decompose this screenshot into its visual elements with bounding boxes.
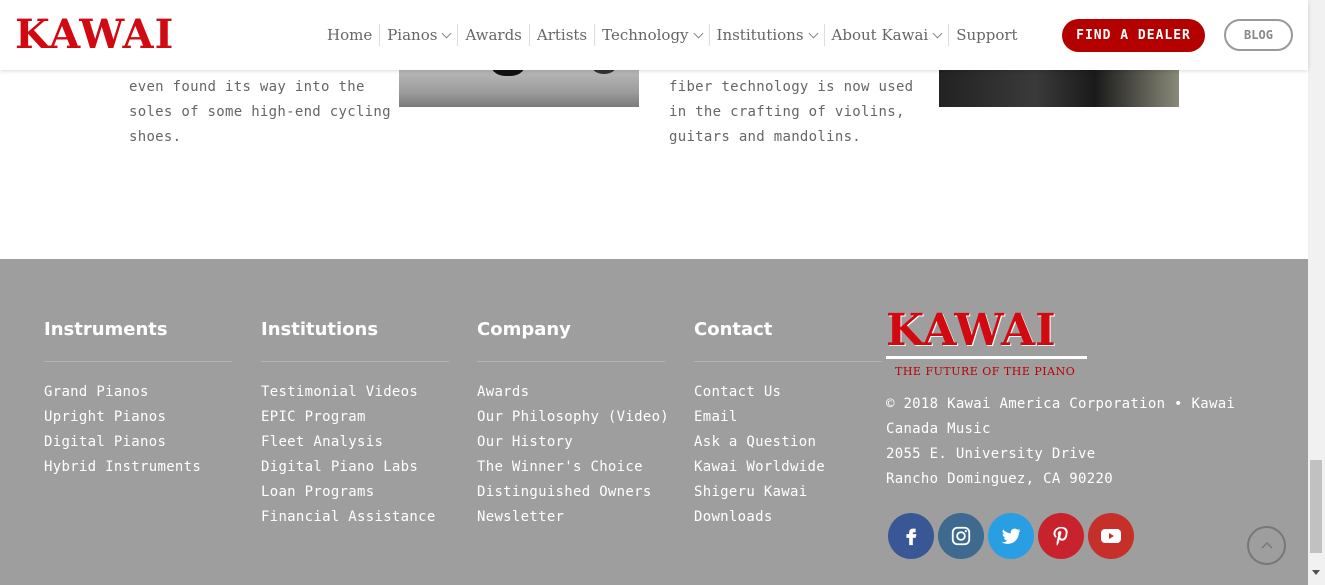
instagram-icon[interactable] <box>938 513 984 559</box>
footer-link[interactable]: Testimonial Videos <box>261 380 449 405</box>
footer-link[interactable]: Shigeru Kawai <box>694 480 882 505</box>
blog-button[interactable]: BLOG <box>1224 19 1293 51</box>
pinterest-icon[interactable] <box>1038 513 1084 559</box>
footer-col-title: Contact <box>694 319 773 340</box>
footer-link[interactable]: Distinguished Owners <box>477 480 665 505</box>
footer-link[interactable]: Fleet Analysis <box>261 430 449 455</box>
footer-link[interactable]: Digital Pianos <box>44 430 232 455</box>
footer-col-title: Institutions <box>261 319 379 340</box>
chevron-down-icon <box>442 28 452 38</box>
footer-link[interactable]: EPIC Program <box>261 405 449 430</box>
footer-link[interactable]: Digital Piano Labs <box>261 455 449 480</box>
footer-address: © 2018 Kawai America Corporation • Kawai… <box>886 392 1286 492</box>
twitter-icon[interactable] <box>988 513 1034 559</box>
article-text-right: fiber technology is now used in the craf… <box>669 79 914 145</box>
footer-link[interactable]: Newsletter <box>477 505 665 530</box>
copyright-text: © 2018 Kawai America Corporation • Kawai… <box>886 396 1236 437</box>
footer-link[interactable]: Financial Assistance <box>261 505 449 530</box>
nav-institutions[interactable]: Institutions <box>710 24 825 46</box>
nav-support-label: Support <box>956 26 1018 44</box>
facebook-icon[interactable] <box>888 513 934 559</box>
chevron-up-icon <box>1260 541 1273 549</box>
footer-col-title: Instruments <box>44 319 168 340</box>
divider <box>44 361 232 362</box>
footer-link[interactable]: The Winner's Choice <box>477 455 665 480</box>
nav-pianos-label: Pianos <box>387 26 438 44</box>
footer-link[interactable]: Downloads <box>694 505 882 530</box>
nav-home-label: Home <box>327 26 373 44</box>
back-to-top-button[interactable] <box>1247 526 1286 565</box>
kawai-logo[interactable]: KAWAI <box>15 13 174 57</box>
footer-tagline: THE FUTURE OF THE PIANO <box>895 365 1076 378</box>
main-nav: Home Pianos Awards Artists Technology In… <box>320 24 1025 46</box>
footer-link[interactable]: Loan Programs <box>261 480 449 505</box>
musician-image <box>939 70 1179 107</box>
footer-link[interactable]: Contact Us <box>694 380 882 405</box>
site-footer: Instruments Grand Pianos Upright Pianos … <box>0 259 1308 585</box>
divider <box>261 361 449 362</box>
main-content: even found its way into the soles of som… <box>0 60 1308 259</box>
divider <box>477 361 665 362</box>
site-header: KAWAI Home Pianos Awards Artists Technol… <box>0 0 1308 70</box>
footer-kawai-logo: KAWAI <box>886 305 1056 356</box>
footer-link[interactable]: Our Philosophy (Video) <box>477 405 669 430</box>
nav-home[interactable]: Home <box>320 24 381 46</box>
footer-col-company: Company Awards Our Philosophy (Video) Ou… <box>477 319 669 530</box>
footer-link[interactable]: Kawai Worldwide <box>694 455 882 480</box>
footer-col-contact: Contact Contact Us Email Ask a Question … <box>694 319 882 530</box>
footer-col-institutions: Institutions Testimonial Videos EPIC Pro… <box>261 319 449 530</box>
footer-link[interactable]: Upright Pianos <box>44 405 232 430</box>
address-line-1: 2055 E. University Drive <box>886 446 1096 462</box>
youtube-icon[interactable] <box>1088 513 1134 559</box>
nav-about[interactable]: About Kawai <box>825 24 950 46</box>
footer-link[interactable]: Hybrid Instruments <box>44 455 232 480</box>
logo-underline <box>886 356 1087 359</box>
nav-awards-label: Awards <box>465 26 522 44</box>
footer-link[interactable]: Ask a Question <box>694 430 882 455</box>
nav-technology[interactable]: Technology <box>595 24 710 46</box>
nav-artists-label: Artists <box>536 26 588 44</box>
footer-col-instruments: Instruments Grand Pianos Upright Pianos … <box>44 319 232 480</box>
footer-col-title: Company <box>477 319 571 340</box>
nav-artists[interactable]: Artists <box>530 24 596 46</box>
chevron-down-icon <box>932 28 943 38</box>
address-line-2: Rancho Dominguez, CA 90220 <box>886 471 1113 487</box>
chevron-down-icon <box>693 28 703 38</box>
footer-link[interactable]: Our History <box>477 430 665 455</box>
nav-technology-label: Technology <box>602 26 689 44</box>
cycling-shoe-image <box>399 60 639 107</box>
footer-link[interactable]: Grand Pianos <box>44 380 232 405</box>
nav-about-label: About Kawai <box>831 26 929 44</box>
nav-awards[interactable]: Awards <box>458 24 530 46</box>
article-text-left: even found its way into the soles of som… <box>129 79 391 145</box>
scrollbar-thumb[interactable] <box>1310 460 1322 553</box>
nav-pianos[interactable]: Pianos <box>380 24 459 46</box>
find-dealer-button[interactable]: FIND A DEALER <box>1062 19 1205 52</box>
footer-link[interactable]: Awards <box>477 380 665 405</box>
chevron-down-icon <box>808 28 818 38</box>
scroll-down-arrow-icon[interactable] <box>1312 570 1320 575</box>
nav-support[interactable]: Support <box>949 24 1024 46</box>
divider <box>694 361 882 362</box>
nav-institutions-label: Institutions <box>716 26 804 44</box>
footer-link[interactable]: Email <box>694 405 882 430</box>
